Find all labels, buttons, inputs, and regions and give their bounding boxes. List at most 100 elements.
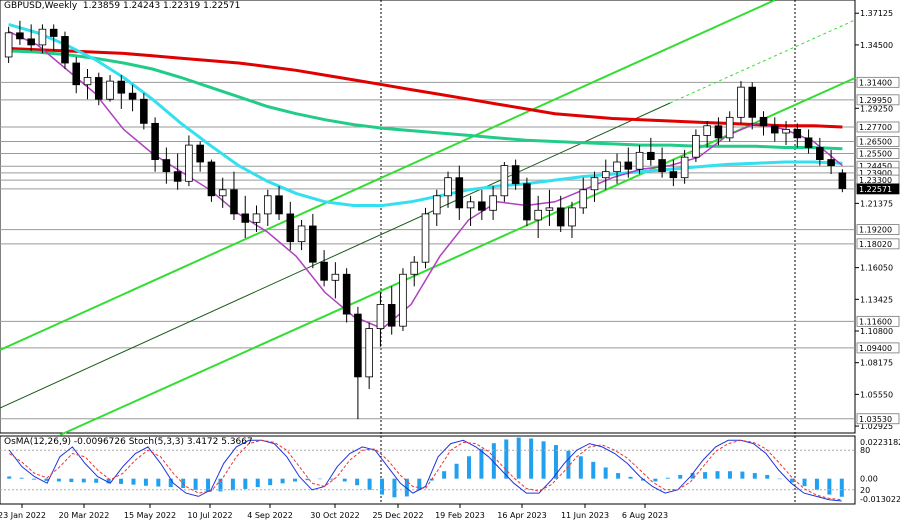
y-tick-label: 1.29250 bbox=[860, 104, 893, 113]
candle-body bbox=[218, 189, 227, 197]
candle-body bbox=[151, 122, 159, 160]
osma-bar bbox=[466, 456, 471, 479]
level-label: 1.31400 bbox=[859, 78, 892, 87]
osma-bar bbox=[765, 474, 770, 479]
candle-body bbox=[297, 225, 306, 243]
osma-bar bbox=[616, 473, 621, 479]
candle-body bbox=[117, 80, 126, 94]
candle-body bbox=[421, 213, 430, 263]
candle-body bbox=[320, 261, 328, 281]
osma-bar bbox=[504, 439, 509, 479]
price-axis: 1.37125 1.34500 1.29250 1.21375 1.16050 1.134… bbox=[855, 9, 900, 431]
osma-bar bbox=[516, 437, 521, 479]
x-tick-label: 4 Sep 2022 bbox=[247, 511, 293, 520]
osma-bar bbox=[578, 456, 583, 479]
osma-bar bbox=[678, 474, 683, 479]
candle-body bbox=[432, 195, 441, 215]
osma-bar bbox=[367, 478, 372, 490]
candle-body bbox=[38, 28, 47, 46]
osma-bar bbox=[442, 471, 447, 479]
osma-bar bbox=[280, 478, 285, 484]
candle-body bbox=[4, 32, 13, 58]
osma-bar bbox=[479, 448, 484, 479]
candle-body bbox=[106, 80, 114, 100]
osma-bar bbox=[69, 478, 74, 483]
y-tick-label: 1.13425 bbox=[860, 295, 893, 304]
candle-body bbox=[613, 161, 621, 173]
candle-body bbox=[804, 137, 813, 148]
candle-body bbox=[511, 165, 520, 185]
candle-body bbox=[748, 86, 757, 118]
osma-bar bbox=[603, 467, 608, 479]
osma-bar bbox=[653, 478, 658, 482]
osma-bar bbox=[94, 478, 99, 483]
x-tick-label: 6 Aug 2023 bbox=[622, 511, 668, 520]
osma-bar bbox=[752, 473, 757, 479]
candle-body bbox=[252, 213, 261, 223]
osma-bar bbox=[541, 441, 546, 479]
candle-body bbox=[601, 171, 610, 179]
osma-bar bbox=[32, 478, 37, 480]
osma-bar bbox=[727, 471, 732, 479]
x-tick-label: 25 Dec 2022 bbox=[372, 511, 423, 520]
level-label: 1.03530 bbox=[859, 415, 892, 424]
candle-body bbox=[793, 129, 802, 139]
level-label: 1.22571 bbox=[859, 185, 892, 194]
osma-bar bbox=[529, 438, 534, 479]
gbpusd-weekly-chart[interactable]: 1.37125 1.34500 1.29250 1.21375 1.16050 1.134… bbox=[0, 0, 900, 526]
level-label: 1.11600 bbox=[859, 317, 892, 326]
candle-body bbox=[331, 273, 340, 281]
candle-body bbox=[838, 172, 847, 189]
level-label: 1.09400 bbox=[859, 344, 892, 353]
osma-bar bbox=[802, 478, 807, 487]
osma-bar bbox=[454, 463, 459, 479]
osma-bar bbox=[293, 478, 298, 482]
y-tick-label: 1.34500 bbox=[860, 41, 893, 50]
osma-bar bbox=[56, 478, 61, 482]
osma-bar bbox=[7, 476, 12, 479]
candle-body bbox=[725, 116, 734, 139]
osma-bar bbox=[19, 477, 24, 479]
osma-bar bbox=[330, 478, 335, 480]
y-tick-label: 1.21375 bbox=[860, 199, 893, 208]
osma-bar bbox=[230, 478, 235, 491]
candle-body bbox=[523, 183, 531, 221]
candle-body bbox=[94, 77, 103, 100]
candle-body bbox=[162, 159, 171, 173]
osma-bar bbox=[392, 478, 397, 498]
candle-body bbox=[635, 151, 644, 170]
x-tick-label: 11 Jun 2023 bbox=[561, 511, 609, 520]
level-label: 1.29950 bbox=[859, 96, 892, 105]
candle-body bbox=[500, 165, 509, 197]
time-axis: 23 Jan 2022 20 Mar 2022 15 May 2022 10 Jul … bbox=[0, 504, 668, 520]
osma-axis-label: -0.013022 bbox=[860, 495, 900, 504]
level-label: 1.25500 bbox=[859, 150, 892, 159]
candle-body bbox=[827, 159, 835, 167]
y-tick-label: 1.37125 bbox=[860, 9, 893, 18]
candle-body bbox=[737, 86, 745, 118]
y-tick-label: 1.08175 bbox=[860, 359, 893, 368]
candle-body bbox=[545, 207, 554, 211]
x-tick-label: 23 Jan 2022 bbox=[0, 511, 46, 520]
candle-body bbox=[703, 125, 711, 136]
osma-bar bbox=[156, 478, 161, 487]
candle-body bbox=[387, 304, 396, 327]
osma-bar bbox=[193, 478, 198, 490]
osma-bar bbox=[243, 478, 248, 489]
candle-body bbox=[399, 273, 407, 327]
candle-body bbox=[466, 201, 475, 209]
candle-body bbox=[16, 32, 24, 40]
candle-body bbox=[647, 151, 655, 160]
candle-body bbox=[579, 189, 588, 209]
ohlc-values: 1.23859 1.24243 1.22319 1.22571 bbox=[82, 1, 241, 11]
osma-bar bbox=[143, 478, 148, 486]
osma-bar bbox=[839, 478, 844, 497]
candle-body bbox=[816, 147, 824, 160]
osma-bar bbox=[268, 478, 273, 486]
osma-bar bbox=[740, 471, 745, 479]
osma-bar bbox=[380, 478, 385, 495]
osma-bar bbox=[814, 478, 819, 490]
candle-body bbox=[410, 261, 419, 275]
indicator-axis: 0.02231820.00-0.0130228020 bbox=[860, 438, 900, 504]
x-tick-label: 16 Apr 2023 bbox=[497, 511, 546, 520]
